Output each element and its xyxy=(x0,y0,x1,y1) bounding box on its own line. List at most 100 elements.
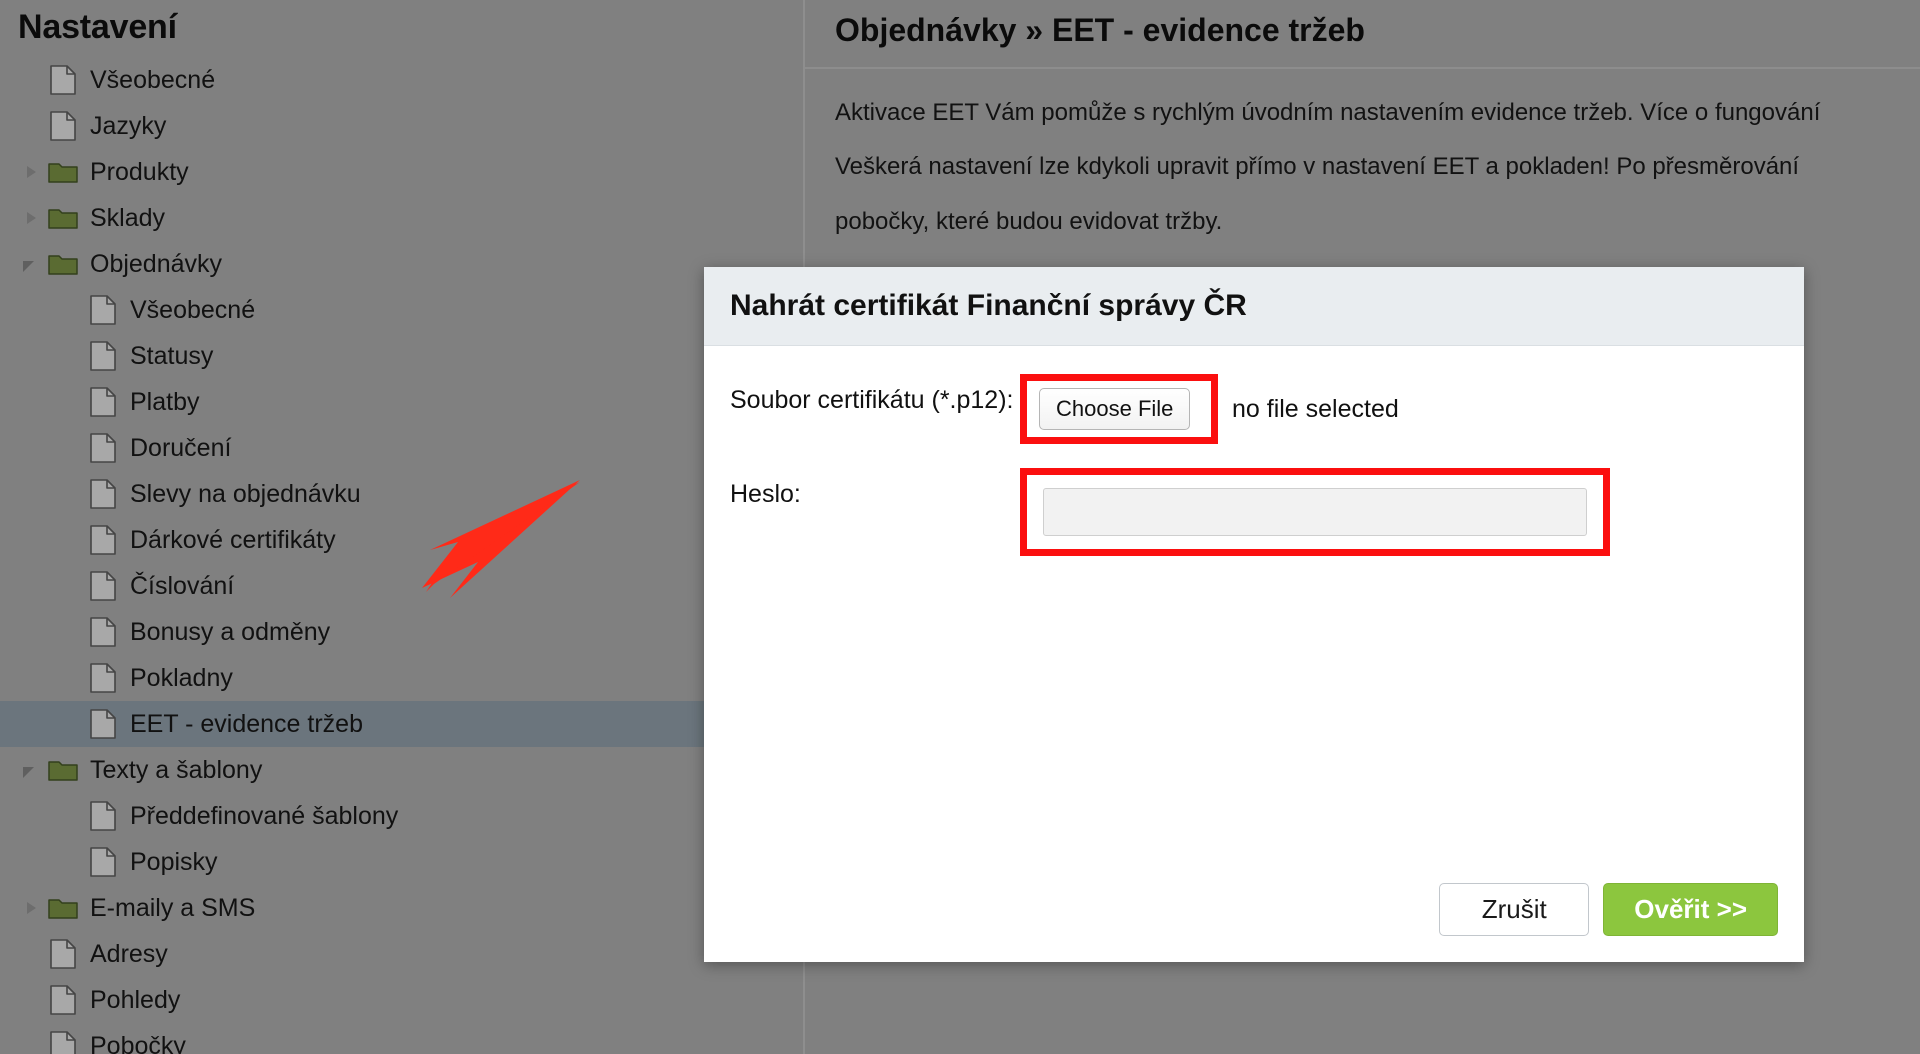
sidebar-item-label: E-maily a SMS xyxy=(90,893,256,922)
dialog-header: Nahrát certifikát Finanční správy ČR xyxy=(704,267,1804,346)
chevron-right-icon[interactable] xyxy=(20,897,42,919)
content-body: Aktivace EET Vám pomůže s rychlým úvodní… xyxy=(805,69,1920,238)
sidebar-item-7[interactable]: Platby xyxy=(0,379,803,425)
password-label: Heslo: xyxy=(730,480,801,508)
sidebar-item-3[interactable]: Sklady xyxy=(0,195,803,241)
sidebar-item-14[interactable]: EET - evidence tržeb xyxy=(0,701,803,747)
sidebar-item-label: Všeobecné xyxy=(130,295,256,324)
sidebar-item-21[interactable]: Pobočky xyxy=(0,1023,803,1054)
sidebar-item-label: Bonusy a odměny xyxy=(130,617,331,646)
file-icon xyxy=(44,111,82,141)
file-icon xyxy=(84,387,122,417)
sidebar-item-9[interactable]: Slevy na objednávku xyxy=(0,471,803,517)
sidebar-item-13[interactable]: Pokladny xyxy=(0,655,803,701)
page-title: Nastavení xyxy=(18,8,177,46)
sidebar-item-0[interactable]: Všeobecné xyxy=(0,57,803,103)
intro-paragraph-1: Aktivace EET Vám pomůže s rychlým úvodní… xyxy=(835,99,1821,126)
upload-certificate-dialog: Nahrát certifikát Finanční správy ČR Sou… xyxy=(704,267,1804,962)
sidebar-item-label: Sklady xyxy=(90,203,166,232)
sidebar-item-label: Platby xyxy=(130,387,200,416)
sidebar-item-4[interactable]: Objednávky xyxy=(0,241,803,287)
password-row: Heslo: xyxy=(730,468,1778,556)
file-icon xyxy=(84,801,122,831)
password-field xyxy=(1020,468,1778,556)
file-icon xyxy=(84,663,122,693)
intro-paragraph-3: pobočky, které budou evidovat tržby. xyxy=(835,207,1223,235)
sidebar-item-8[interactable]: Doručení xyxy=(0,425,803,471)
dialog-body: Soubor certifikátu (*.p12): Choose File … xyxy=(704,346,1804,883)
sidebar-item-18[interactable]: E-maily a SMS xyxy=(0,885,803,931)
sidebar-item-20[interactable]: Pohledy xyxy=(0,977,803,1023)
cancel-button[interactable]: Zrušit xyxy=(1439,883,1590,936)
sidebar-item-label: Slevy na objednávku xyxy=(130,479,361,508)
folder-icon xyxy=(44,160,82,184)
folder-icon xyxy=(44,206,82,230)
chevron-right-icon[interactable] xyxy=(20,207,42,229)
certificate-file-row: Soubor certifikátu (*.p12): Choose File … xyxy=(730,374,1778,444)
password-annotation-box xyxy=(1020,468,1610,556)
file-icon xyxy=(84,295,122,325)
sidebar-item-1[interactable]: Jazyky xyxy=(0,103,803,149)
certificate-file-field: Choose File no file selected xyxy=(1020,374,1778,444)
file-icon xyxy=(84,479,122,509)
sidebar-item-19[interactable]: Adresy xyxy=(0,931,803,977)
intro-paragraph-2: Veškerá nastavení lze kdykoli upravit př… xyxy=(835,153,1800,181)
sidebar-item-label: Texty a šablony xyxy=(90,755,263,784)
sidebar-item-label: Produkty xyxy=(90,157,189,186)
sidebar-item-label: Objednávky xyxy=(90,249,223,278)
chevron-down-icon[interactable] xyxy=(20,253,42,275)
password-input[interactable] xyxy=(1043,488,1587,536)
sidebar-item-label: Doručení xyxy=(130,433,232,462)
sidebar-item-label: Statusy xyxy=(130,341,214,370)
sidebar-item-label: Pohledy xyxy=(90,985,181,1014)
choose-file-annotation-box: Choose File xyxy=(1020,374,1218,444)
verify-button[interactable]: Ověřit >> xyxy=(1603,883,1778,936)
sidebar-item-label: Číslování xyxy=(130,571,235,600)
file-icon xyxy=(84,341,122,371)
dialog-title: Nahrát certifikát Finanční správy ČR xyxy=(730,289,1247,322)
file-icon xyxy=(84,571,122,601)
sidebar-item-11[interactable]: Číslování xyxy=(0,563,803,609)
chevron-right-icon[interactable] xyxy=(20,161,42,183)
file-icon xyxy=(84,709,122,739)
sidebar-item-label: Předdefinované šablony xyxy=(130,801,399,830)
sidebar-item-15[interactable]: Texty a šablony xyxy=(0,747,803,793)
folder-icon xyxy=(44,252,82,276)
content-header: Objednávky » EET - evidence tržeb xyxy=(805,0,1920,69)
sidebar-item-10[interactable]: Dárkové certifikáty xyxy=(0,517,803,563)
file-icon xyxy=(84,525,122,555)
file-icon xyxy=(84,847,122,877)
file-icon xyxy=(44,985,82,1015)
sidebar-item-label: Pobočky xyxy=(90,1031,186,1054)
sidebar-item-2[interactable]: Produkty xyxy=(0,149,803,195)
sidebar-item-label: Pokladny xyxy=(130,663,233,692)
sidebar-item-6[interactable]: Statusy xyxy=(0,333,803,379)
sidebar-item-17[interactable]: Popisky xyxy=(0,839,803,885)
settings-sidebar: Nastavení Všeobecné Jazyky Produkty Sklady O… xyxy=(0,0,803,1054)
sidebar-item-label: Popisky xyxy=(130,847,218,876)
dialog-footer: Zrušit Ověřit >> xyxy=(704,883,1804,962)
sidebar-item-16[interactable]: Předdefinované šablony xyxy=(0,793,803,839)
choose-file-button[interactable]: Choose File xyxy=(1039,388,1191,430)
chevron-down-icon[interactable] xyxy=(20,759,42,781)
sidebar-item-5[interactable]: Všeobecné xyxy=(0,287,803,333)
file-icon xyxy=(44,65,82,95)
file-icon xyxy=(84,433,122,463)
sidebar-item-12[interactable]: Bonusy a odměny xyxy=(0,609,803,655)
